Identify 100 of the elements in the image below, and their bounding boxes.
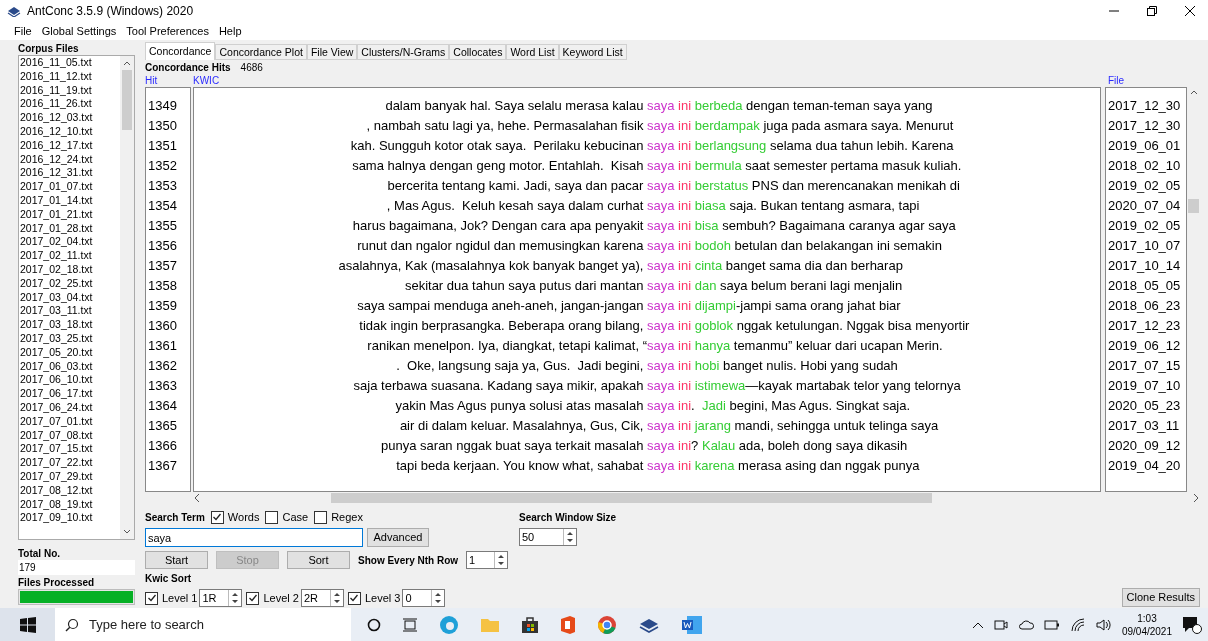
kwic-line: dalam banyak hal. Saya selalu merasa kalau saya ini berbeda dengan teman-teman saya yang bbox=[384, 97, 934, 115]
column-header[interactable]: KWIC bbox=[193, 75, 1108, 87]
file-list-item[interactable]: 2017_01_07.txt bbox=[20, 180, 120, 194]
file-name: 2019_04_20 bbox=[1107, 457, 1182, 475]
file-list-item[interactable]: 2017_02_11.txt bbox=[20, 249, 120, 263]
checkbox[interactable] bbox=[145, 591, 158, 605]
file-list-item[interactable]: 2017_03_11.txt bbox=[20, 304, 120, 319]
file-name: 2019_07_10 bbox=[1107, 377, 1182, 395]
tab[interactable]: Concordance bbox=[145, 42, 216, 60]
clock-time[interactable]: 1:03 bbox=[1137, 611, 1157, 625]
kwic-line: , Mas Agus. Keluh kesah saya dalam curhat saya ini biasa saja. Bukan tentang asmara, tapi bbox=[385, 197, 921, 215]
chevron-up-icon[interactable] bbox=[971, 620, 984, 629]
file-list-item[interactable]: 2017_07_08.txt bbox=[20, 428, 120, 443]
file-list-item[interactable]: 2017_01_14.txt bbox=[20, 193, 120, 208]
file-list-item[interactable]: 2017_06_17.txt bbox=[20, 387, 120, 401]
file-list-item[interactable]: 2016_11_12.txt bbox=[20, 69, 120, 84]
speaker-icon[interactable] bbox=[1095, 617, 1112, 632]
browser-icon[interactable] bbox=[597, 614, 617, 635]
file-list-item[interactable]: 2017_07_29.txt bbox=[20, 469, 120, 484]
window-size-label: Search Window Size bbox=[519, 511, 617, 525]
column-header[interactable]: File bbox=[1108, 75, 1200, 87]
office-icon[interactable] bbox=[560, 614, 576, 635]
file-list-item[interactable]: 2016_12_03.txt bbox=[20, 111, 120, 125]
checkbox[interactable] bbox=[265, 510, 279, 524]
file-list-item[interactable]: 2017_06_24.txt bbox=[20, 400, 120, 415]
scroll-thumb[interactable] bbox=[1188, 199, 1199, 213]
tab[interactable]: Word List bbox=[506, 44, 559, 60]
file-list-item[interactable]: 2017_03_04.txt bbox=[20, 290, 120, 305]
tab[interactable]: Clusters/N-Grams bbox=[357, 44, 450, 60]
scrollbar[interactable] bbox=[120, 56, 134, 539]
wifi-icon[interactable] bbox=[1069, 617, 1086, 632]
file-list-item[interactable]: 2016_12_31.txt bbox=[20, 166, 120, 181]
menu-item[interactable]: Global Settings bbox=[41, 22, 117, 40]
action-button[interactable]: Sort bbox=[287, 551, 350, 569]
file-list-item[interactable]: 2016_12_17.txt bbox=[20, 138, 120, 153]
file-list-item[interactable]: 2017_08_12.txt bbox=[20, 483, 120, 498]
nth-row-label: Show Every Nth Row bbox=[358, 553, 458, 568]
file-list-item[interactable]: 2016_12_10.txt bbox=[20, 125, 120, 139]
menu-item[interactable]: Help bbox=[218, 22, 242, 40]
tab[interactable]: Keyword List bbox=[558, 44, 627, 60]
file-list-item[interactable]: 2016_11_05.txt bbox=[20, 56, 120, 70]
spin-field[interactable]: 0 bbox=[402, 589, 446, 607]
task-view-icon[interactable] bbox=[402, 617, 418, 632]
hit-number: 1364 bbox=[147, 397, 178, 415]
file-name: 2017_12_30 bbox=[1107, 117, 1182, 135]
checkbox[interactable] bbox=[210, 510, 224, 524]
file-list-item[interactable]: 2017_02_25.txt bbox=[20, 276, 120, 291]
file-list-item[interactable]: 2017_01_28.txt bbox=[20, 221, 120, 236]
start-button[interactable] bbox=[0, 608, 55, 641]
advanced-button[interactable]: Advanced bbox=[367, 528, 429, 547]
shopping-bag-icon[interactable] bbox=[521, 615, 539, 634]
browser-icon[interactable] bbox=[439, 614, 459, 635]
file-list-item[interactable]: 2017_08_19.txt bbox=[20, 497, 120, 512]
file-list-item[interactable]: 2016_11_19.txt bbox=[20, 83, 120, 98]
close-icon[interactable] bbox=[1185, 6, 1195, 16]
scroll-thumb[interactable] bbox=[122, 70, 132, 130]
clone-results-button[interactable]: Clone Results bbox=[1121, 588, 1200, 607]
notification-icon[interactable] bbox=[1182, 615, 1202, 634]
tab[interactable]: Collocates bbox=[449, 44, 507, 60]
column-header[interactable]: Hit bbox=[145, 75, 193, 87]
spin-field[interactable]: 50 bbox=[519, 528, 577, 546]
circle-icon[interactable] bbox=[367, 617, 381, 632]
spin-field[interactable]: 2R bbox=[300, 589, 344, 607]
action-button[interactable]: Start bbox=[145, 551, 208, 569]
hit-number: 1350 bbox=[147, 117, 178, 135]
file-list-item[interactable]: 2017_05_20.txt bbox=[20, 345, 120, 360]
file-list-item[interactable]: 2017_07_15.txt bbox=[20, 442, 120, 457]
scroll-thumb[interactable] bbox=[331, 493, 932, 503]
spin-field[interactable]: 1R bbox=[199, 589, 243, 607]
file-list-item[interactable]: 2017_06_03.txt bbox=[20, 359, 120, 374]
file-list-item[interactable]: 2017_01_21.txt bbox=[20, 207, 120, 222]
file-list-item[interactable]: 2017_07_22.txt bbox=[20, 456, 120, 470]
checkbox[interactable] bbox=[246, 591, 260, 605]
file-list-item[interactable]: 2017_06_10.txt bbox=[20, 373, 120, 388]
spin-field[interactable]: 1 bbox=[466, 551, 508, 569]
taskbar-search-field[interactable]: Type here to search bbox=[55, 608, 351, 641]
file-list-item[interactable]: 2017_07_01.txt bbox=[20, 414, 120, 429]
file-list-item[interactable]: 2017_02_04.txt bbox=[20, 235, 120, 250]
kwic-line: bercerita tentang kami. Jadi, saya dan pacar saya ini berstatus PNS dan merencanakan menikah di bbox=[386, 177, 961, 195]
checkbox-label: Level 2 bbox=[263, 590, 299, 606]
checkbox[interactable] bbox=[347, 591, 361, 605]
clock-date[interactable]: 09/04/2021 bbox=[1121, 624, 1172, 638]
hit-number: 1365 bbox=[147, 417, 178, 435]
battery-icon[interactable] bbox=[1043, 619, 1060, 630]
hit-number: 1354 bbox=[147, 197, 178, 215]
cloud-icon[interactable] bbox=[1017, 618, 1034, 631]
checkbox[interactable] bbox=[314, 510, 328, 524]
restore-icon[interactable] bbox=[1147, 6, 1157, 16]
file-list-item[interactable]: 2017_02_18.txt bbox=[20, 262, 120, 277]
search-field[interactable]: saya bbox=[145, 528, 363, 547]
file-list-item[interactable]: 2017_09_10.txt bbox=[20, 511, 120, 526]
menu-item[interactable]: File bbox=[14, 22, 32, 40]
file-list-item[interactable]: 2017_03_25.txt bbox=[20, 331, 120, 346]
word-icon[interactable] bbox=[681, 614, 703, 635]
menu-item[interactable]: Tool Preferences bbox=[126, 22, 209, 40]
file-list-item[interactable]: 2017_03_18.txt bbox=[20, 318, 120, 332]
tab[interactable]: Concordance Plot bbox=[215, 44, 307, 60]
file-list-item[interactable]: 2016_12_24.txt bbox=[20, 152, 120, 167]
file-list-item[interactable]: 2016_11_26.txt bbox=[20, 97, 120, 112]
tab[interactable]: File View bbox=[306, 44, 358, 60]
